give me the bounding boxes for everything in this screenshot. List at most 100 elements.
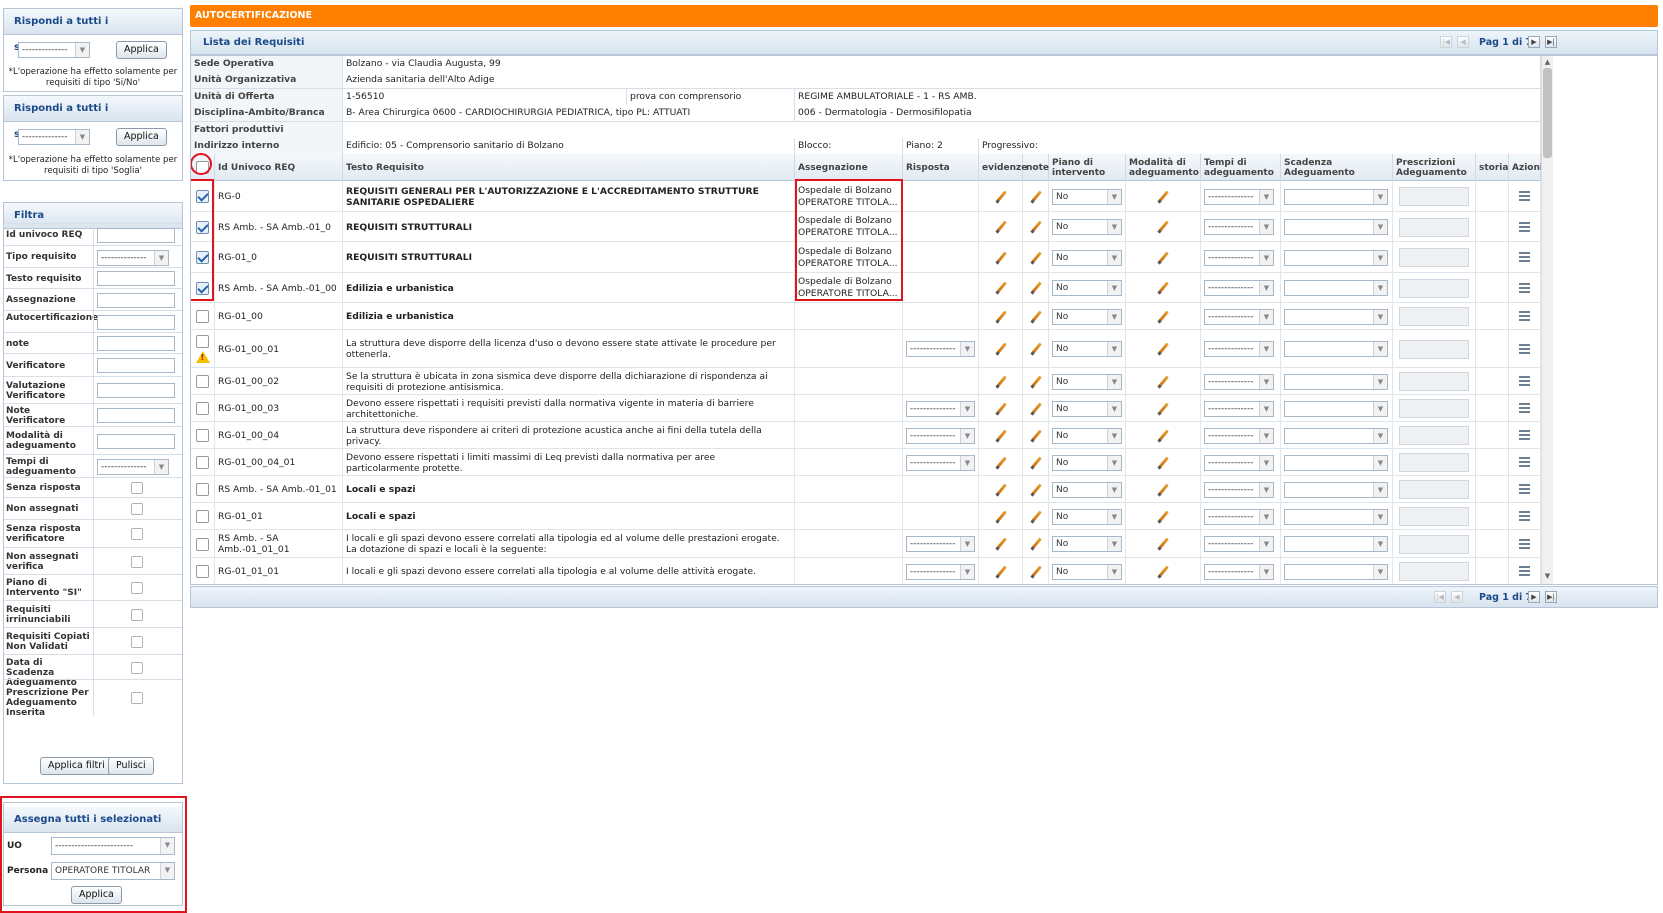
pencil-icon[interactable]: [1030, 430, 1042, 442]
piano-select[interactable]: No ▼: [1052, 563, 1122, 580]
tempi-select[interactable]: -------------- ▼: [1204, 219, 1274, 235]
piano-select[interactable]: No ▼: [1052, 481, 1122, 498]
row-checkbox[interactable]: [196, 565, 209, 578]
filter-input[interactable]: [97, 292, 175, 308]
pencil-icon[interactable]: [1030, 566, 1042, 578]
list-icon[interactable]: [1519, 221, 1530, 233]
column-header-note[interactable]: note: [1023, 154, 1049, 181]
table-row[interactable]: RG-01_00 Edilizia e urbanistica No ▼ -------…: [191, 303, 1541, 330]
tempi-select[interactable]: -------------- ▼: [1204, 454, 1274, 471]
filter-checkbox[interactable]: [131, 528, 143, 540]
scadenza-select[interactable]: ▼: [1284, 219, 1388, 235]
filter-checkbox[interactable]: [131, 503, 143, 515]
pencil-icon[interactable]: [1030, 191, 1042, 203]
pencil-icon[interactable]: [995, 566, 1007, 578]
pencil-icon[interactable]: [995, 484, 1007, 496]
filter-input[interactable]: [97, 383, 175, 398]
filter-checkbox[interactable]: [131, 482, 143, 494]
apply-button[interactable]: Applica: [116, 128, 167, 146]
tempi-select[interactable]: -------------- ▼: [1204, 536, 1274, 552]
tempi-select[interactable]: -------------- ▼: [1204, 427, 1274, 444]
table-row[interactable]: RS Amb. - SA Amb.-01_01 Locali e spazi No ▼…: [191, 476, 1541, 503]
piano-select[interactable]: No ▼: [1052, 508, 1122, 525]
filter-checkbox[interactable]: [131, 635, 143, 648]
filter-checkbox[interactable]: [131, 555, 143, 568]
pencil-icon[interactable]: [1157, 511, 1169, 523]
tempi-select[interactable]: -------------- ▼: [1204, 341, 1274, 357]
piano-select[interactable]: No ▼: [1052, 219, 1122, 235]
tempi-select[interactable]: -------------- ▼: [1204, 308, 1274, 325]
pencil-icon[interactable]: [1030, 538, 1042, 550]
filter-input[interactable]: [97, 227, 175, 243]
pencil-icon[interactable]: [1157, 430, 1169, 442]
scadenza-select[interactable]: ▼: [1284, 536, 1388, 552]
scadenza-select[interactable]: ▼: [1284, 188, 1388, 205]
pencil-icon[interactable]: [1030, 484, 1042, 496]
vertical-scrollbar[interactable]: ▲ ▼: [1541, 56, 1553, 584]
row-checkbox[interactable]: [196, 537, 209, 551]
pencil-icon[interactable]: [995, 221, 1007, 233]
tempi-select[interactable]: -------------- ▼: [1204, 508, 1274, 525]
pencil-icon[interactable]: [1157, 403, 1169, 415]
table-row[interactable]: ! RG-01_00_01 La struttura deve disporre d…: [191, 330, 1541, 368]
scadenza-select[interactable]: ▼: [1284, 308, 1388, 325]
table-row[interactable]: RG-01_01_01 I locali e gli spazi devono e…: [191, 558, 1541, 584]
pencil-icon[interactable]: [1157, 376, 1169, 388]
list-icon[interactable]: [1519, 282, 1530, 294]
table-row[interactable]: RG-01_00_03 Devono essere rispettati i re…: [191, 395, 1541, 422]
list-icon[interactable]: [1519, 403, 1530, 414]
filter-input[interactable]: [97, 336, 175, 351]
pencil-icon[interactable]: [1030, 221, 1042, 233]
pencil-icon[interactable]: [995, 457, 1007, 469]
pencil-icon[interactable]: [995, 538, 1007, 550]
scadenza-select[interactable]: ▼: [1284, 563, 1388, 580]
tempi-select[interactable]: -------------- ▼: [1204, 280, 1274, 296]
tempi-select[interactable]: -------------- ▼: [1204, 249, 1274, 266]
first-page-button[interactable]: |◀: [1434, 591, 1446, 603]
piano-select[interactable]: No ▼: [1052, 373, 1122, 390]
filter-input[interactable]: [97, 358, 175, 373]
last-page-button[interactable]: ▶|: [1545, 591, 1557, 603]
risposta-select[interactable]: -------------- ▼: [906, 400, 975, 417]
column-header-risposta[interactable]: Risposta: [903, 154, 979, 181]
apply-button[interactable]: Applica: [116, 41, 167, 59]
pencil-icon[interactable]: [1157, 457, 1169, 469]
tempi-select[interactable]: -------------- ▼: [1204, 563, 1274, 580]
filter-input[interactable]: [97, 408, 175, 423]
scadenza-select[interactable]: ▼: [1284, 481, 1388, 498]
pencil-icon[interactable]: [1030, 376, 1042, 388]
filter-checkbox[interactable]: [131, 692, 143, 704]
list-icon[interactable]: [1519, 430, 1530, 441]
scadenza-select[interactable]: ▼: [1284, 280, 1388, 296]
scadenza-select[interactable]: ▼: [1284, 341, 1388, 357]
list-icon[interactable]: [1519, 376, 1530, 387]
pencil-icon[interactable]: [1157, 252, 1169, 264]
pencil-icon[interactable]: [1030, 343, 1042, 355]
column-header-azioni[interactable]: Azioni: [1509, 154, 1543, 181]
list-icon[interactable]: [1519, 252, 1530, 263]
scadenza-select[interactable]: ▼: [1284, 427, 1388, 444]
scrollbar-thumb[interactable]: [1543, 68, 1552, 158]
column-header-prescrizioni[interactable]: Prescrizioni Adeguamento: [1393, 154, 1476, 181]
scadenza-select[interactable]: ▼: [1284, 249, 1388, 266]
clear-filters-button[interactable]: Pulisci: [108, 757, 154, 775]
table-row[interactable]: RG-01_01 Locali e spazi No ▼ -------------- ▼…: [191, 503, 1541, 530]
list-icon[interactable]: [1519, 511, 1530, 522]
pencil-icon[interactable]: [995, 403, 1007, 415]
row-checkbox[interactable]: [196, 456, 209, 469]
first-page-button[interactable]: |◀: [1440, 36, 1452, 48]
pencil-icon[interactable]: [1030, 457, 1042, 469]
row-checkbox[interactable]: [196, 375, 209, 388]
column-header-tempi[interactable]: Tempi di adeguamento: [1201, 154, 1281, 181]
scadenza-select[interactable]: ▼: [1284, 508, 1388, 525]
pencil-icon[interactable]: [995, 311, 1007, 323]
piano-select[interactable]: No ▼: [1052, 249, 1122, 266]
piano-select[interactable]: No ▼: [1052, 280, 1122, 296]
scroll-up-icon[interactable]: ▲: [1543, 58, 1552, 66]
last-page-button[interactable]: ▶|: [1545, 36, 1557, 48]
pencil-icon[interactable]: [1030, 511, 1042, 523]
scadenza-select[interactable]: ▼: [1284, 454, 1388, 471]
filter-input[interactable]: [97, 314, 175, 330]
risposta-select[interactable]: -------------- ▼: [906, 427, 975, 444]
column-header-evidenze[interactable]: evidenze: [979, 154, 1027, 181]
